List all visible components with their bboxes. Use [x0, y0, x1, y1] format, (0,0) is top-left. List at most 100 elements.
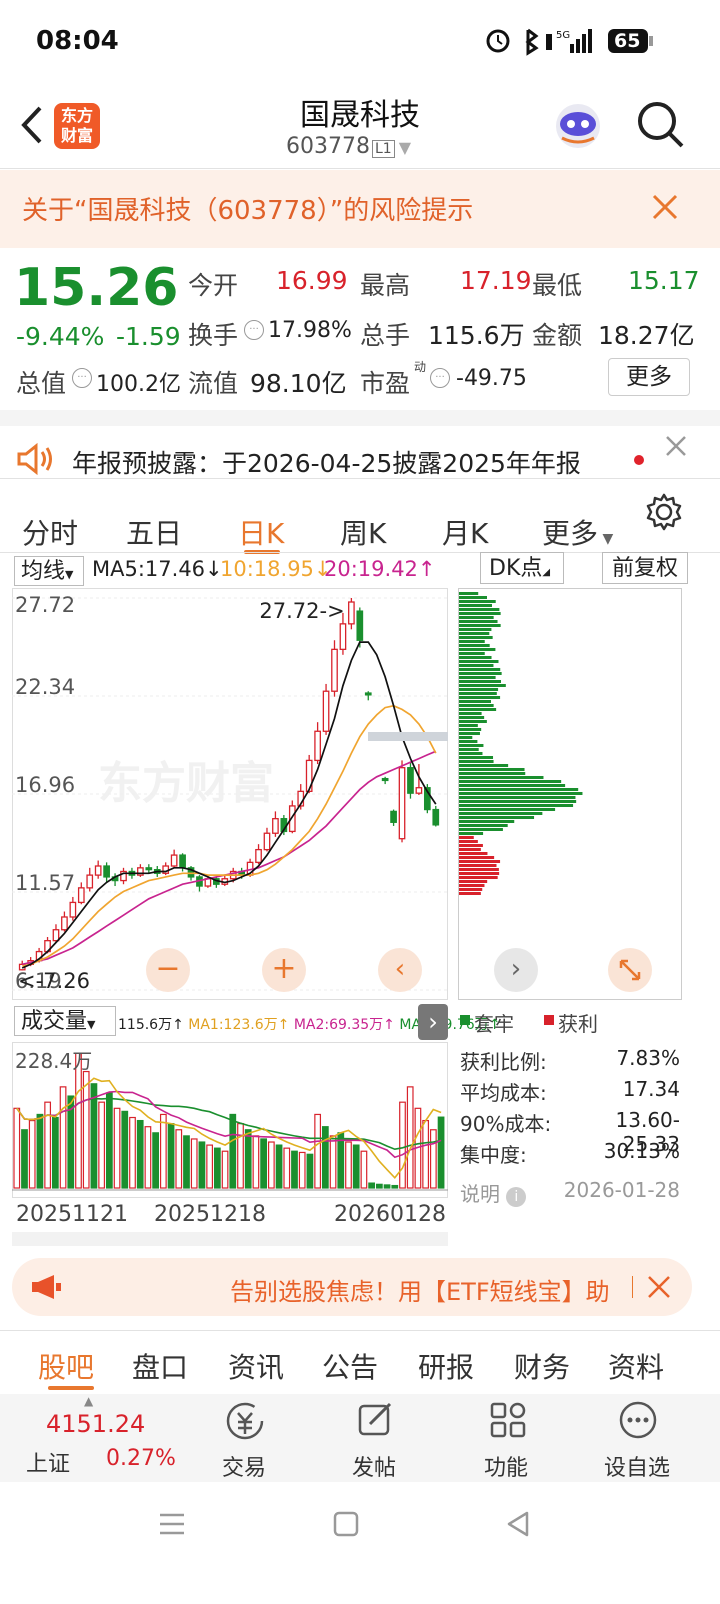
grid-icon[interactable]: [488, 1400, 528, 1440]
adjust-button[interactable]: 前复权: [602, 552, 688, 584]
volume-bar: [159, 1113, 167, 1189]
candle: [364, 692, 372, 696]
chip-bar: [459, 728, 482, 731]
tab-research[interactable]: 研报: [418, 1346, 474, 1386]
chip-bar: [459, 840, 478, 843]
index-value[interactable]: 4151.24: [46, 1410, 145, 1438]
date-label: 20251218: [154, 1202, 266, 1227]
volume-bar: [391, 1184, 399, 1189]
tab-pankou[interactable]: 盘口: [132, 1346, 188, 1386]
chip-bar: [459, 672, 502, 675]
back-icon[interactable]: [14, 100, 48, 150]
tab-news[interactable]: 资讯: [228, 1346, 284, 1386]
candlestick-chart[interactable]: 东方财富27.7222.3416.9611.576.1927.72-><-7.2…: [12, 588, 448, 1000]
info-icon[interactable]: ···: [244, 320, 264, 340]
volume-bar: [399, 1101, 406, 1189]
up-arrow-icon: ▲: [84, 1394, 94, 1408]
notice-text[interactable]: 年报预披露：于2026-04-25披露2025年年报: [72, 444, 581, 480]
chip-bar: [459, 632, 490, 635]
chip-bar: [459, 704, 494, 707]
nav-back-icon[interactable]: [504, 1510, 532, 1538]
info-icon[interactable]: ···: [430, 368, 450, 388]
risk-banner[interactable]: 关于“国晟科技（603778）”的风险提示: [0, 170, 720, 248]
chip-bar: [459, 624, 501, 627]
volume-bar: [82, 1070, 90, 1189]
tab-weekly-k[interactable]: 周K: [340, 512, 386, 552]
volume-bar: [136, 1119, 144, 1189]
search-icon[interactable]: [636, 100, 686, 150]
dk-point-button[interactable]: DK点◢: [480, 552, 564, 584]
more-dots-icon[interactable]: [618, 1400, 658, 1440]
tab-intraday[interactable]: 分时: [22, 512, 78, 552]
candle: [390, 810, 397, 823]
chip-bar: [459, 712, 482, 715]
close-icon[interactable]: [650, 192, 680, 222]
ad-banner[interactable]: 告别选股焦虑！用【ETF短线宝】助: [12, 1258, 692, 1316]
tab-monthly-k[interactable]: 月K: [442, 512, 488, 552]
nav-home-icon[interactable]: [332, 1510, 360, 1538]
chip-bar: [459, 656, 492, 659]
scroll-left-button[interactable]: ‹: [378, 948, 422, 992]
add-watchlist-label[interactable]: 设自选: [604, 1450, 670, 1482]
volume-bar: [437, 1116, 445, 1189]
open-label: 今开: [188, 271, 239, 300]
scroll-right-button[interactable]: ›: [494, 948, 538, 992]
chip-bar: [459, 620, 498, 623]
change-value: -1.59: [116, 322, 181, 351]
volume-bar: [260, 1138, 268, 1189]
tab-guba[interactable]: 股吧: [38, 1346, 94, 1386]
chip-note-link[interactable]: 说明 i: [460, 1178, 527, 1207]
function-label[interactable]: 功能: [484, 1450, 528, 1482]
volume-bar: [13, 1107, 21, 1189]
divider: [0, 478, 720, 479]
trade-label[interactable]: 交易: [222, 1450, 266, 1482]
stock-code-selector[interactable]: 603778 L1 ▼: [286, 134, 411, 159]
trade-icon[interactable]: [224, 1400, 266, 1442]
post-icon[interactable]: [356, 1400, 396, 1440]
chip-bar: [459, 876, 498, 879]
volume-bar: [21, 1129, 28, 1189]
price-level-band: [368, 732, 448, 741]
status-time: 08:04: [36, 26, 119, 56]
tab-five-day[interactable]: 五日: [126, 512, 182, 552]
close-icon[interactable]: [646, 1274, 672, 1300]
expand-indicators-button[interactable]: ›: [418, 1004, 448, 1040]
tab-finance[interactable]: 财务: [514, 1346, 570, 1386]
more-button[interactable]: 更多: [608, 358, 690, 396]
chevron-down-icon: ▼: [398, 138, 412, 157]
tab-daily-k[interactable]: 日K: [238, 512, 284, 552]
zoom-in-button[interactable]: +: [262, 948, 306, 992]
candle: [255, 848, 262, 864]
gear-icon[interactable]: [644, 492, 684, 532]
post-label[interactable]: 发帖: [352, 1450, 396, 1482]
chip-bar: [459, 800, 577, 803]
volume-bar: [298, 1151, 306, 1189]
info-icon[interactable]: ···: [72, 368, 92, 388]
volume-chart[interactable]: 228.4万: [12, 1042, 448, 1198]
volume-bar: [98, 1101, 106, 1189]
ma-dropdown[interactable]: 均线▼: [14, 556, 84, 586]
turnover-label: 换手: [188, 321, 239, 350]
candle: [263, 832, 271, 851]
volume-legend-ma2: MA2:69.35万↑: [293, 1017, 395, 1033]
tab-more[interactable]: 更多 ▼: [542, 512, 613, 552]
robot-assistant-icon[interactable]: [552, 100, 604, 152]
chip-bar: [459, 820, 515, 823]
amount-label: 金额: [532, 321, 583, 350]
volume-dropdown[interactable]: 成交量▼: [14, 1006, 116, 1036]
volume-bar: [360, 1150, 368, 1189]
chip-bar: [459, 796, 576, 799]
volume-bar: [28, 1119, 36, 1189]
low-label: 最低: [532, 271, 583, 300]
chip-bar: [459, 856, 495, 859]
nav-menu-icon[interactable]: [158, 1510, 186, 1538]
expand-icon[interactable]: [608, 948, 652, 992]
corner-icon: ◢: [542, 567, 551, 578]
tab-profile[interactable]: 资料: [608, 1346, 664, 1386]
chip-bar: [459, 824, 508, 827]
tab-announcement[interactable]: 公告: [322, 1346, 378, 1386]
close-icon[interactable]: [664, 434, 688, 458]
chip-label: 获利比例:: [460, 1050, 547, 1074]
chip-bar: [459, 700, 491, 703]
zoom-out-button[interactable]: −: [146, 948, 190, 992]
